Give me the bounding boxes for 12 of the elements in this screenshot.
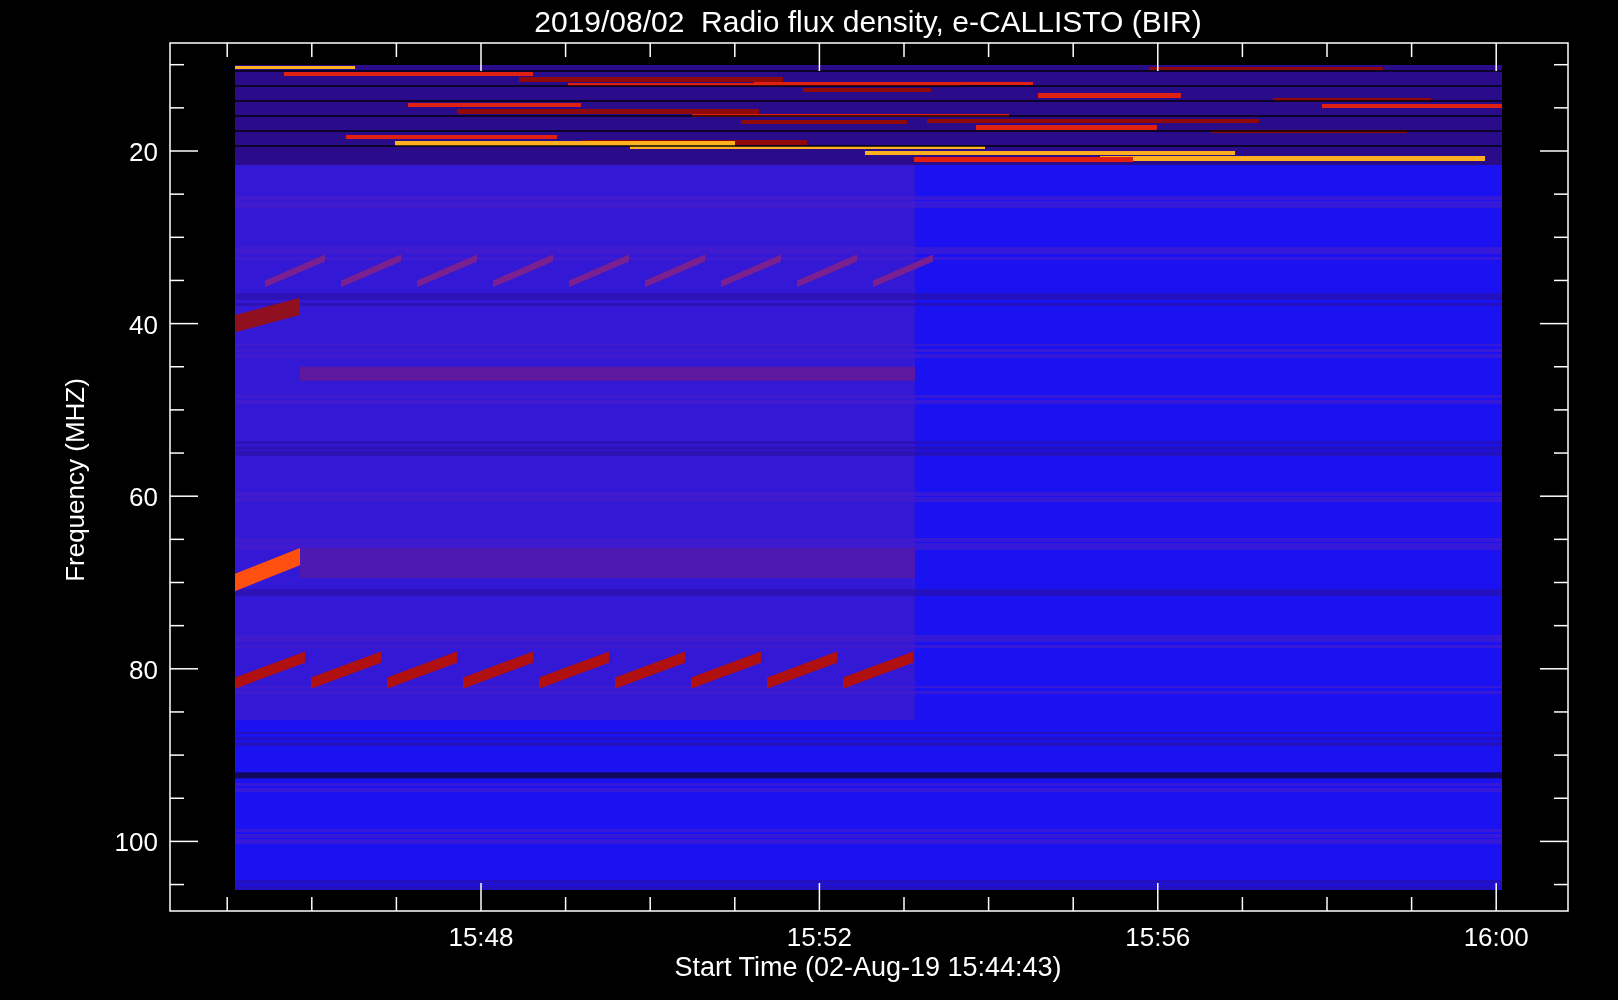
tick-label: 20	[129, 137, 158, 167]
tick-label: 60	[129, 482, 158, 513]
plot-title: 2019/08/02 Radio flux density, e-CALLISTO (BIR)	[534, 5, 1202, 38]
tick-label: 15:56	[1125, 922, 1191, 952]
tick-label: 40	[129, 309, 158, 340]
axis-label: Start Time (02-Aug-19 15:44:43)	[674, 952, 1062, 982]
tick-label: 100	[114, 827, 158, 858]
tick-label: 15:52	[786, 922, 852, 952]
tick-label: 16:00	[1463, 922, 1529, 952]
tick-label: 80	[129, 654, 158, 685]
axis-label: Frequency (MHZ)	[60, 378, 90, 582]
tick-label: 15:48	[448, 922, 514, 952]
